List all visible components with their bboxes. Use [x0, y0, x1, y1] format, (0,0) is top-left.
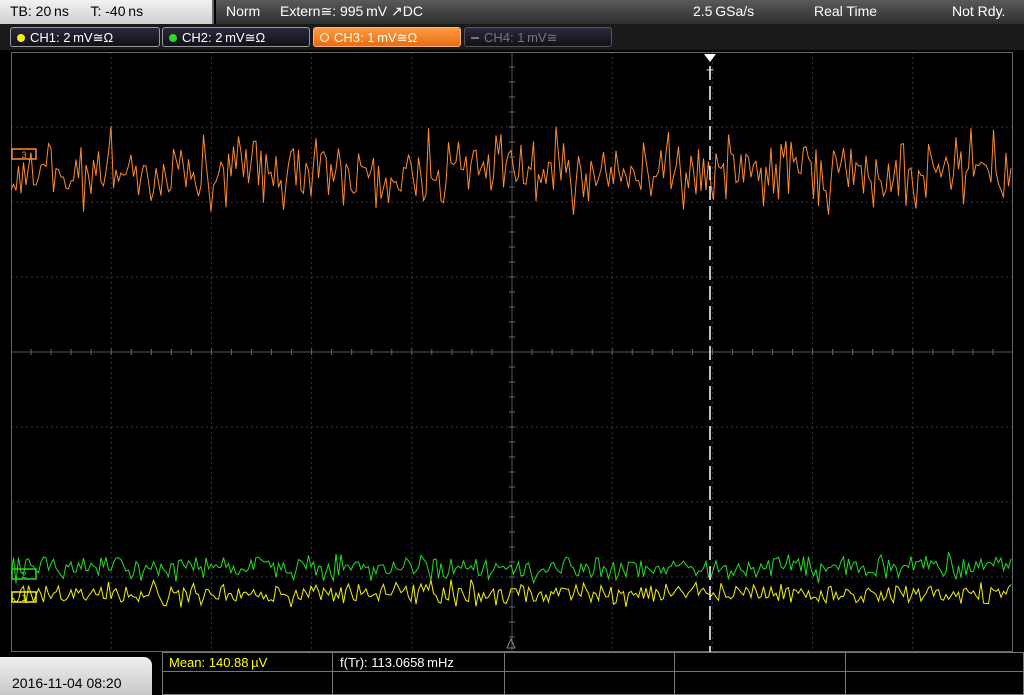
date-time-display: 2016-11-04 08:20 [0, 657, 152, 695]
ch1-label: CH1: 2 mV≅Ω [30, 30, 114, 45]
measurement-table [162, 652, 1024, 695]
ch1-indicator-icon [17, 33, 25, 42]
ch1-marker-label: 1 [21, 593, 26, 603]
datetime-text: 2016-11-04 08:20 [12, 675, 122, 691]
channel-1-button[interactable]: CH1: 2 mV≅Ω [10, 27, 160, 47]
run-status: Not Rdy. [952, 3, 1006, 19]
graticule-grid [11, 52, 1013, 652]
waveform-display[interactable]: T 3 2 1 [11, 52, 1013, 652]
sample-rate: 2.5 GSa/s [693, 3, 755, 19]
channel-4-button[interactable]: CH4: 1 mV≅ [464, 27, 612, 47]
acquisition-mode: Real Time [814, 3, 878, 19]
ch3-level-marker[interactable]: 3 [11, 148, 37, 160]
acquisition-status-panel: Norm Extern≅: 995 mV ↗DC 2.5 GSa/s Real … [216, 0, 1024, 24]
trigger-position-arrow-icon[interactable] [704, 54, 716, 62]
trigger-source[interactable]: Extern≅: 995 mV ↗DC [280, 3, 423, 20]
channel-3-button[interactable]: CH3: 1 mV≅Ω [313, 27, 461, 47]
ch3-indicator-icon [320, 33, 329, 43]
ch2-marker-label: 2 [21, 570, 26, 580]
trigger-mode[interactable]: Norm [226, 3, 260, 19]
horizontal-reference-icon [506, 637, 516, 649]
ch4-indicator-icon [471, 36, 479, 39]
ch3-label: CH3: 1 mV≅Ω [334, 30, 418, 45]
ch3-marker-label: 3 [21, 150, 26, 160]
timebase-value[interactable]: TB: 20 ns [10, 3, 69, 19]
trigger-offset-value[interactable]: T: -40 ns [90, 3, 143, 19]
channel-2-button[interactable]: CH2: 2 mV≅Ω [162, 27, 310, 47]
trigger-marker-label: T [706, 67, 714, 81]
ch4-label: CH4: 1 mV≅ [484, 30, 558, 45]
ch2-label: CH2: 2 mV≅Ω [182, 30, 266, 45]
ch2-indicator-icon [169, 33, 177, 42]
timebase-panel[interactable]: TB: 20 ns T: -40 ns [0, 0, 214, 24]
ch2-trace [11, 552, 1012, 585]
mean-measurement[interactable]: Mean: 140.88 µV [169, 655, 267, 670]
frequency-measurement[interactable]: f(Tr): 113.0658 mHz [340, 655, 454, 670]
ch1-trace [11, 579, 1012, 608]
